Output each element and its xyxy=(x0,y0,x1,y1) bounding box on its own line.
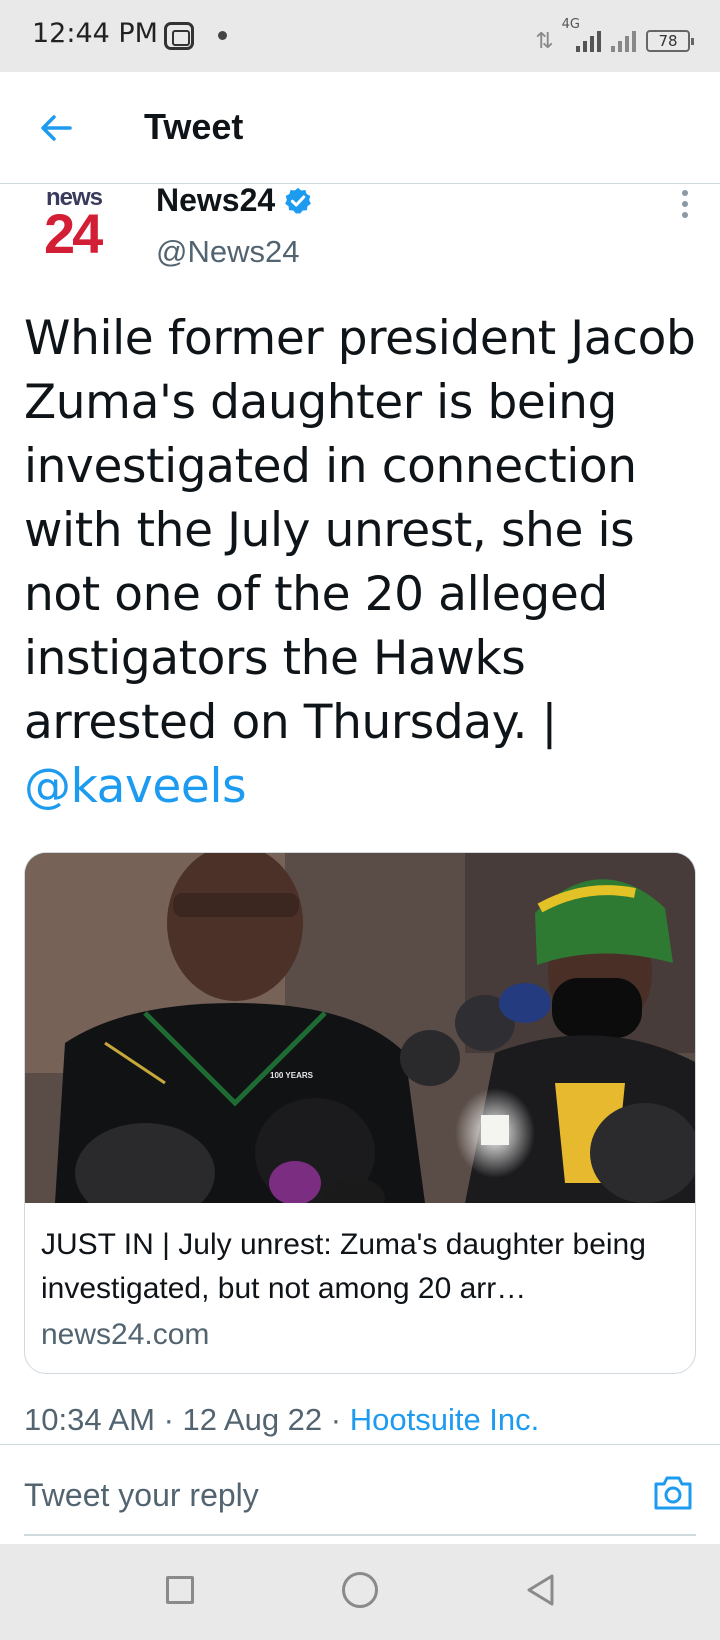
status-indicators: ⇅ 4G 78 xyxy=(535,17,694,53)
more-options-icon[interactable] xyxy=(682,190,690,218)
back-arrow-icon[interactable] xyxy=(36,108,76,148)
card-text: JUST IN | July unrest: Zuma's daughter b… xyxy=(41,1223,681,1357)
camera-icon[interactable] xyxy=(652,1473,694,1513)
recents-square-icon[interactable] xyxy=(166,1576,194,1604)
author-name: News24 xyxy=(156,182,276,218)
status-bar: 12:44 PM ⇅ 4G 78 xyxy=(0,0,720,72)
card-headline: JUST IN | July unrest: Zuma's daughter b… xyxy=(41,1228,646,1305)
reply-input[interactable]: Tweet your reply xyxy=(24,1477,259,1514)
battery-level: 78 xyxy=(658,32,678,50)
card-image: 100 YEARS xyxy=(25,853,695,1203)
back-triangle-icon[interactable] xyxy=(524,1572,556,1608)
tweet-body: While former president Jacob Zuma's daug… xyxy=(24,311,696,750)
dot-icon xyxy=(218,31,227,40)
mention-link[interactable]: @kaveels xyxy=(24,755,704,819)
signal-icon xyxy=(576,31,601,52)
network-type: 4G xyxy=(561,17,580,32)
tweet-meta: 10:34 AM · 12 Aug 22 · Hootsuite Inc. xyxy=(24,1402,539,1438)
app-header: Tweet xyxy=(0,72,720,184)
app-notification-icon xyxy=(164,22,194,50)
card-domain: news24.com xyxy=(41,1318,210,1351)
link-card[interactable]: 100 YEARS JUST IN | July unrest: Zuma's … xyxy=(24,852,696,1374)
status-time: 12:44 PM xyxy=(32,18,158,49)
home-circle-icon[interactable] xyxy=(342,1572,378,1608)
author-name-row[interactable]: News24 xyxy=(156,182,313,219)
card-photo xyxy=(25,853,695,1203)
system-nav-bar xyxy=(0,1544,720,1640)
avatar-logo-24: 24 xyxy=(44,202,103,265)
author-handle[interactable]: @News24 xyxy=(156,234,299,270)
tweet-source-link[interactable]: Hootsuite Inc. xyxy=(350,1402,540,1437)
avatar[interactable]: news 24 xyxy=(38,184,120,266)
data-arrows-icon: ⇅ xyxy=(535,28,554,53)
card-image-label: 100 YEARS xyxy=(270,1071,313,1080)
signal-icon-2 xyxy=(611,31,636,52)
tweet-timestamp: 10:34 AM · 12 Aug 22 · xyxy=(24,1402,350,1437)
reply-bar: Tweet your reply xyxy=(0,1444,720,1544)
reply-divider xyxy=(24,1534,696,1536)
battery-icon: 78 xyxy=(646,30,694,52)
tweet-text: While former president Jacob Zuma's daug… xyxy=(24,307,704,819)
page-title: Tweet xyxy=(144,106,244,147)
verified-badge-icon xyxy=(285,187,312,214)
